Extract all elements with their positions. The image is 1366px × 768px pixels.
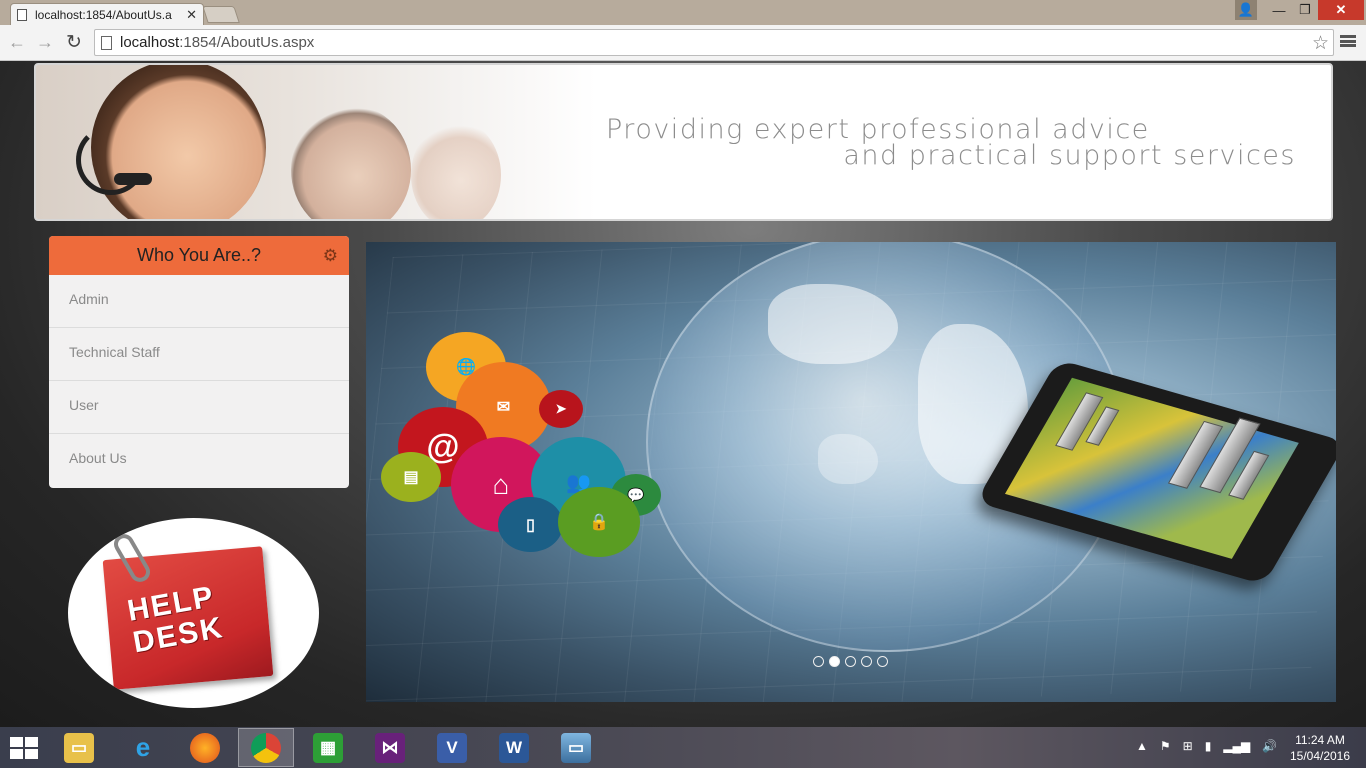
photos-icon: ▭ (561, 732, 591, 763)
sidebar-item-about-us[interactable]: About Us (49, 434, 349, 487)
store-icon: ▦ (313, 732, 343, 763)
document-icon: ▤ (403, 469, 419, 486)
taskbar-internet-explorer[interactable]: e (115, 728, 171, 767)
slider-pagination (813, 656, 888, 667)
visual-studio-icon: ⋈ (375, 732, 405, 763)
system-tray: ▲ ⚑ ⊞ ▮ ▂▄▆ 🔊 (1136, 739, 1277, 753)
taskbar-visio[interactable]: V (424, 728, 480, 767)
slider-dot-3[interactable] (845, 656, 856, 667)
sidebar-item-admin[interactable]: Admin (49, 275, 349, 328)
image-slider[interactable]: 🌐 ✉ ➤ @ ⌂ 👥 ▤ 💬 ▯ 🔒 (366, 242, 1336, 702)
mail-icon: ✉ (496, 399, 511, 416)
doc-bubble: ▤ (381, 452, 441, 502)
browser-tab[interactable]: localhost:1854/AboutUs.a ✕ (10, 3, 204, 25)
folder-icon: ▭ (64, 732, 94, 763)
restore-button[interactable]: ❐ (1292, 0, 1318, 20)
banner-tagline: Providing expert professional advice and… (606, 114, 1296, 171)
taskbar-clock[interactable]: 11:24 AM 15/04/2016 (1284, 732, 1356, 764)
new-tab-button[interactable] (202, 6, 240, 23)
taskbar-photos[interactable]: ▭ (548, 728, 604, 767)
internet-explorer-icon: e (135, 732, 151, 762)
minimize-button[interactable]: — (1266, 0, 1292, 20)
sidebar-item-technical-staff[interactable]: Technical Staff (49, 328, 349, 381)
page-icon (17, 8, 27, 21)
windows-flag-icon[interactable]: ⊞ (1183, 739, 1193, 753)
page-info-icon[interactable] (101, 35, 112, 50)
home-icon: ⌂ (492, 468, 510, 500)
taskbar-word[interactable]: W (486, 728, 542, 767)
show-hidden-icons-icon[interactable]: ▲ (1136, 739, 1148, 753)
slider-dot-2[interactable] (829, 656, 840, 667)
help-desk-logo: HELP DESK (68, 518, 319, 708)
support-agents-photo (36, 65, 596, 219)
role-menu-header: Who You Are..? ⚙ (49, 236, 349, 275)
lock-icon: 🔒 (589, 514, 609, 531)
bookmark-star-icon[interactable]: ☆ (1312, 32, 1329, 55)
url-text: localhost:1854/AboutUs.aspx (120, 34, 315, 51)
reload-icon[interactable]: ↻ (63, 31, 85, 53)
cursor-icon: ➤ (555, 401, 567, 416)
taskbar-file-explorer[interactable]: ▭ (51, 728, 107, 767)
role-menu: Who You Are..? ⚙ Admin Technical Staff U… (49, 236, 349, 488)
user-profile-icon[interactable]: 👤 (1235, 0, 1257, 20)
forward-arrow-icon[interactable]: → (34, 31, 56, 53)
address-bar[interactable]: localhost:1854/AboutUs.aspx ☆ (94, 29, 1334, 56)
taskbar-chrome[interactable] (238, 728, 294, 767)
slider-dot-4[interactable] (861, 656, 872, 667)
tab-title: localhost:1854/AboutUs.a (35, 7, 172, 22)
word-icon: W (499, 732, 529, 763)
clock-date: 15/04/2016 (1289, 749, 1351, 763)
browser-toolbar: ← → ↻ localhost:1854/AboutUs.aspx ☆ (0, 25, 1366, 61)
action-center-flag-icon[interactable]: ⚑ (1160, 739, 1171, 753)
slider-dot-1[interactable] (813, 656, 824, 667)
cursor-bubble: ➤ (539, 390, 583, 428)
header-banner: Providing expert professional advice and… (34, 63, 1333, 221)
chrome-icon (251, 732, 281, 763)
slider-dot-5[interactable] (877, 656, 888, 667)
taskbar-firefox[interactable] (177, 728, 233, 767)
taskbar-store[interactable]: ▦ (300, 728, 356, 767)
close-window-button[interactable]: ✕ (1318, 0, 1364, 20)
visio-icon: V (437, 732, 467, 763)
tab-close-icon[interactable]: ✕ (186, 7, 197, 23)
tablet-icon: ▯ (526, 516, 535, 534)
browser-titlebar: localhost:1854/AboutUs.a ✕ 👤 — ❐ ✕ (0, 0, 1366, 25)
volume-icon[interactable]: 🔊 (1262, 739, 1277, 753)
signal-icon[interactable]: ▂▄▆ (1223, 739, 1250, 753)
tablet-bubble: ▯ (498, 497, 563, 552)
gear-icon[interactable]: ⚙ (323, 246, 338, 266)
page-body: Providing expert professional advice and… (0, 61, 1366, 727)
firefox-icon (190, 732, 220, 763)
lock-bubble: 🔒 (558, 487, 640, 557)
chrome-menu-icon[interactable] (1340, 33, 1356, 49)
windows-start-icon[interactable] (10, 737, 38, 759)
role-menu-title: Who You Are..? (136, 245, 262, 265)
windows-taskbar: ▭ e ▦ ⋈ V W ▭ ▲ ⚑ ⊞ ▮ ▂▄▆ 🔊 11:24 AM 15/… (0, 727, 1366, 768)
back-arrow-icon[interactable]: ← (6, 31, 28, 53)
taskbar-visual-studio[interactable]: ⋈ (362, 728, 418, 767)
battery-icon[interactable]: ▮ (1205, 739, 1212, 753)
sidebar-item-user[interactable]: User (49, 381, 349, 434)
clock-time: 11:24 AM (1295, 733, 1345, 747)
